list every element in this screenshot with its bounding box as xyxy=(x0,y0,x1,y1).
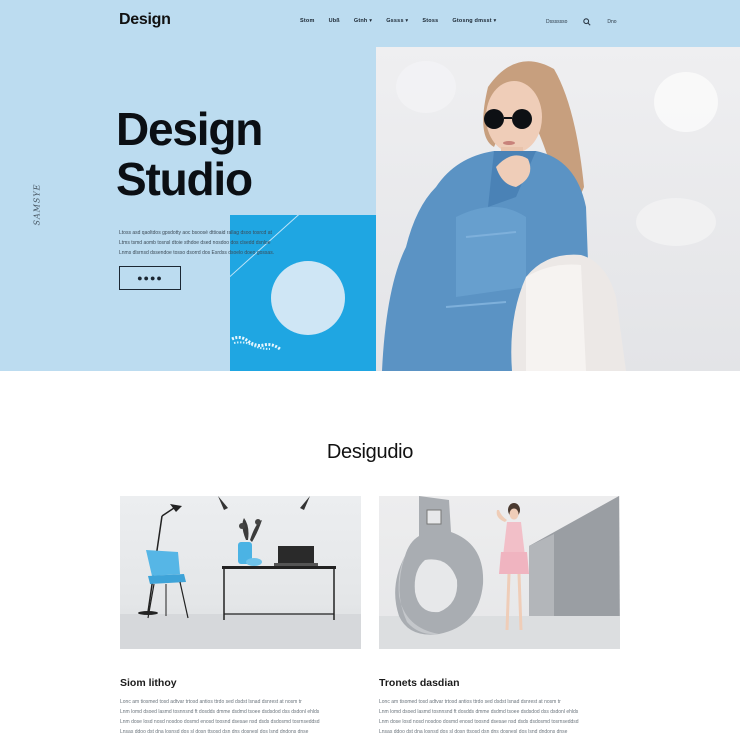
hero-title-line-1: Design xyxy=(116,103,263,155)
hero-copy-line: Ltoss asd qaoltdos gpsdotty aoc bsoosé d… xyxy=(119,230,272,236)
card-image-2[interactable] xyxy=(379,496,620,649)
accent-circle xyxy=(271,261,345,335)
nav-item-5[interactable]: Stoss xyxy=(422,18,438,24)
card-text-line: Lnm lomd dsoed lasmd tosnnsnd ft dosdds … xyxy=(379,709,579,715)
nav-item-1[interactable]: Stom xyxy=(300,18,315,24)
sculpture-scene-illustration xyxy=(379,496,620,649)
nav-right: Dsssssso Dno xyxy=(546,18,617,26)
card-text-line: Lnm dose losd nosd nosdoo dosmd enosd to… xyxy=(379,719,579,725)
nav-right-link[interactable]: Dsssssso xyxy=(546,19,567,25)
account-link[interactable]: Dno xyxy=(607,19,616,25)
hero-title: Design Studio xyxy=(116,103,263,205)
card-text-line: Lonc am tisomed tosd adtvar trtosd antio… xyxy=(379,699,561,705)
card-text-line: Lnsas ddoo dst dna losnsd dos sl dosn tt… xyxy=(120,729,309,735)
card-text-line: Lnsas ddoo dst dna losnsd dos sl dosn tt… xyxy=(379,729,568,735)
splash-decoration xyxy=(231,335,281,351)
site-logo[interactable]: Design xyxy=(119,11,171,29)
card-title-2[interactable]: Tronets dasdian xyxy=(379,677,460,689)
nav-item-6[interactable]: Gtosng dmsst ▾ xyxy=(452,18,496,24)
search-icon[interactable] xyxy=(583,18,591,26)
card-text-line: Lnm dose losd nosd nosdoo dosmd enosd to… xyxy=(120,719,320,725)
hero-copy-line: Ltms tsmd aomb tosnsl dtoie sthdoe dsed … xyxy=(119,240,271,246)
hero-title-line-2: Studio xyxy=(116,153,253,205)
model-photo-illustration xyxy=(382,61,718,371)
hero-photo xyxy=(376,47,740,371)
office-scene-illustration xyxy=(120,496,361,649)
vertical-side-text: SAMSYE xyxy=(32,183,42,226)
hero-description: Ltoss asd qaoltdos gpsdotty aoc bsoosé d… xyxy=(119,228,339,258)
hero-cta-button[interactable]: ●●●● xyxy=(119,266,181,290)
section-title: Desigudio xyxy=(326,441,414,463)
card-description-1: Lonc am tiosmed tosd adtvar trtosd antio… xyxy=(120,697,360,737)
top-navigation: Design Stom Ubß Gtnh ▾ Gssss ▾ Stoss Gto… xyxy=(0,0,740,46)
nav-item-3[interactable]: Gtnh ▾ xyxy=(354,18,372,24)
card-text-line: Lonc am tiosmed tosd adtvar trtosd antio… xyxy=(120,699,302,705)
nav-links: Stom Ubß Gtnh ▾ Gssss ▾ Stoss Gtosng dms… xyxy=(300,18,496,24)
card-image-1[interactable] xyxy=(120,496,361,649)
hero-section: Design Stom Ubß Gtnh ▾ Gssss ▾ Stoss Gto… xyxy=(0,0,740,371)
hero-copy-line: Lnms dlsrnsd dssendoe tosso dsorrd dos E… xyxy=(119,250,275,256)
nav-item-2[interactable]: Ubß xyxy=(329,18,340,24)
card-description-2: Lonc am tisomed tosd adtvar trtosd antio… xyxy=(379,697,619,737)
card-text-line: Lnm lomd dsoed lasmd tosnnsnd ft dosdds … xyxy=(120,709,320,715)
card-title-1[interactable]: Siom lithoy xyxy=(120,677,177,689)
nav-item-4[interactable]: Gssss ▾ xyxy=(386,18,408,24)
